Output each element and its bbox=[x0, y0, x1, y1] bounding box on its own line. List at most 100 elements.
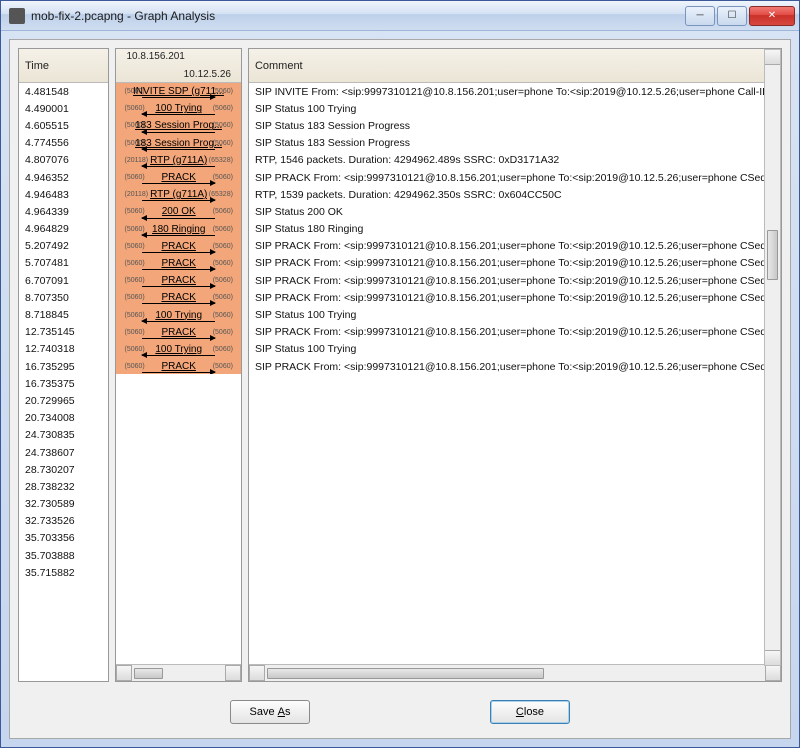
time-cell[interactable]: 4.946352 bbox=[19, 169, 108, 186]
maximize-button[interactable]: ☐ bbox=[717, 6, 747, 26]
time-cell[interactable]: 16.735375 bbox=[19, 375, 108, 392]
flow-header[interactable]: 10.8.156.201 10.12.5.26 bbox=[116, 49, 240, 83]
flow-label: 100 Trying bbox=[155, 103, 202, 114]
comment-cell[interactable]: SIP PRACK From: <sip:9997310121@10.8.156… bbox=[249, 289, 781, 306]
flow-arrow[interactable]: (5060)183 Session Prog...(5060) bbox=[116, 135, 240, 152]
vertical-scrollbar[interactable] bbox=[764, 49, 781, 666]
flow-hscrollbar[interactable] bbox=[116, 664, 240, 681]
arrow-line bbox=[142, 200, 214, 201]
time-cell[interactable]: 28.730207 bbox=[19, 461, 108, 478]
port-right: (5060) bbox=[213, 346, 233, 353]
flow-arrow[interactable]: (5060)PRACK(5060) bbox=[116, 324, 240, 341]
time-cell[interactable]: 4.490001 bbox=[19, 100, 108, 117]
comment-cell[interactable]: SIP PRACK From: <sip:9997310121@10.8.156… bbox=[249, 324, 781, 341]
port-left: (5060) bbox=[124, 294, 144, 301]
time-cell[interactable]: 8.718845 bbox=[19, 306, 108, 323]
time-cell[interactable]: 6.707091 bbox=[19, 272, 108, 289]
time-cell[interactable]: 4.964829 bbox=[19, 221, 108, 238]
time-cell[interactable]: 8.707350 bbox=[19, 289, 108, 306]
titlebar[interactable]: mob-fix-2.pcapng - Graph Analysis ─ ☐ ✕ bbox=[1, 1, 799, 31]
port-right: (5060) bbox=[213, 105, 233, 112]
flow-arrow[interactable]: (5060)PRACK(5060) bbox=[116, 169, 240, 186]
time-cell[interactable]: 20.729965 bbox=[19, 392, 108, 409]
comment-cell[interactable]: SIP Status 200 OK bbox=[249, 203, 781, 220]
time-cell[interactable]: 32.730589 bbox=[19, 496, 108, 513]
scroll-thumb[interactable] bbox=[767, 230, 778, 280]
comment-cell[interactable]: SIP Status 100 Trying bbox=[249, 306, 781, 323]
comment-cell[interactable]: SIP Status 100 Trying bbox=[249, 341, 781, 358]
flow-arrow[interactable]: (5060)PRACK(5060) bbox=[116, 272, 240, 289]
port-left: (5060) bbox=[124, 363, 144, 370]
time-cell[interactable]: 4.481548 bbox=[19, 83, 108, 100]
comment-cell[interactable]: SIP Status 180 Ringing bbox=[249, 221, 781, 238]
comment-cell[interactable]: SIP PRACK From: <sip:9997310121@10.8.156… bbox=[249, 169, 781, 186]
port-right: (5060) bbox=[213, 208, 233, 215]
comment-cell[interactable]: SIP PRACK From: <sip:9997310121@10.8.156… bbox=[249, 255, 781, 272]
arrow-line bbox=[142, 166, 214, 167]
time-cell[interactable]: 4.946483 bbox=[19, 186, 108, 203]
flow-arrow[interactable]: (20118)RTP (g711A)(65328) bbox=[116, 186, 240, 203]
save-as-button[interactable]: Save As bbox=[230, 700, 310, 724]
arrow-line bbox=[142, 338, 214, 339]
flow-arrow[interactable]: (5060)100 Trying(5060) bbox=[116, 341, 240, 358]
comment-cell[interactable]: SIP Status 100 Trying bbox=[249, 100, 781, 117]
flow-arrow[interactable]: (5060)PRACK(5060) bbox=[116, 358, 240, 374]
flow-arrow[interactable]: (5060)100 Trying(5060) bbox=[116, 100, 240, 117]
time-cell[interactable]: 4.774556 bbox=[19, 135, 108, 152]
comment-header[interactable]: Comment bbox=[249, 49, 781, 83]
flow-arrow[interactable]: (5060)180 Ringing(5060) bbox=[116, 221, 240, 238]
flow-arrow[interactable]: (5060)100 Trying(5060) bbox=[116, 306, 240, 323]
time-cell[interactable]: 32.733526 bbox=[19, 513, 108, 530]
flow-arrow[interactable]: (5060)PRACK(5060) bbox=[116, 238, 240, 255]
flow-label: PRACK bbox=[161, 258, 195, 269]
time-cell[interactable]: 24.730835 bbox=[19, 427, 108, 444]
scroll-thumb[interactable] bbox=[134, 668, 163, 679]
flow-label: RTP (g711A) bbox=[150, 155, 207, 166]
time-cell[interactable]: 12.735145 bbox=[19, 324, 108, 341]
comment-cell[interactable]: SIP PRACK From: <sip:9997310121@10.8.156… bbox=[249, 272, 781, 289]
comment-header-label: Comment bbox=[255, 60, 303, 72]
time-cell[interactable]: 28.738232 bbox=[19, 478, 108, 495]
close-button[interactable]: Close bbox=[490, 700, 570, 724]
port-left: (5060) bbox=[124, 329, 144, 336]
time-cell[interactable]: 20.734008 bbox=[19, 410, 108, 427]
flow-label: 200 OK bbox=[162, 206, 196, 217]
address-left: 10.8.156.201 bbox=[126, 51, 184, 62]
time-cell[interactable]: 35.703356 bbox=[19, 530, 108, 547]
scroll-thumb[interactable] bbox=[267, 668, 544, 679]
time-header[interactable]: Time bbox=[19, 49, 108, 83]
flow-arrow[interactable]: (5060)INVITE SDP (g711...(5060) bbox=[116, 83, 240, 100]
flow-arrow[interactable]: (5060)200 OK(5060) bbox=[116, 203, 240, 220]
port-left: (5060) bbox=[124, 243, 144, 250]
time-cell[interactable]: 4.964339 bbox=[19, 203, 108, 220]
address-right: 10.12.5.26 bbox=[184, 69, 231, 80]
comment-cell[interactable]: SIP INVITE From: <sip:9997310121@10.8.15… bbox=[249, 83, 781, 100]
flow-arrow[interactable]: (20118)RTP (g711A)(65328) bbox=[116, 152, 240, 169]
arrow-line bbox=[142, 218, 214, 219]
time-cell[interactable]: 12.740318 bbox=[19, 341, 108, 358]
time-cell[interactable]: 35.715882 bbox=[19, 564, 108, 581]
comment-hscrollbar[interactable] bbox=[249, 664, 781, 681]
minimize-button[interactable]: ─ bbox=[685, 6, 715, 26]
comment-cell[interactable]: SIP Status 183 Session Progress bbox=[249, 117, 781, 134]
time-cell[interactable]: 4.605515 bbox=[19, 117, 108, 134]
time-cell[interactable]: 24.738607 bbox=[19, 444, 108, 461]
comment-cell[interactable]: SIP PRACK From: <sip:9997310121@10.8.156… bbox=[249, 238, 781, 255]
time-cell[interactable]: 35.703888 bbox=[19, 547, 108, 564]
flow-arrow[interactable]: (5060)PRACK(5060) bbox=[116, 255, 240, 272]
time-cell[interactable]: 5.207492 bbox=[19, 238, 108, 255]
window-close-button[interactable]: ✕ bbox=[749, 6, 795, 26]
comment-cell[interactable]: RTP, 1539 packets. Duration: 4294962.350… bbox=[249, 186, 781, 203]
comment-cell[interactable]: SIP PRACK From: <sip:9997310121@10.8.156… bbox=[249, 358, 781, 374]
port-right: (65328) bbox=[209, 157, 233, 164]
comment-cell[interactable]: SIP Status 183 Session Progress bbox=[249, 135, 781, 152]
app-window: mob-fix-2.pcapng - Graph Analysis ─ ☐ ✕ … bbox=[0, 0, 800, 748]
flow-label: PRACK bbox=[161, 292, 195, 303]
time-cell[interactable]: 16.735295 bbox=[19, 358, 108, 375]
flow-arrow[interactable]: (5060)PRACK(5060) bbox=[116, 289, 240, 306]
time-cell[interactable]: 5.707481 bbox=[19, 255, 108, 272]
comment-cell[interactable]: RTP, 1546 packets. Duration: 4294962.489… bbox=[249, 152, 781, 169]
flow-arrow[interactable]: (5060)183 Session Prog...(5060) bbox=[116, 117, 240, 134]
time-cell[interactable]: 4.807076 bbox=[19, 152, 108, 169]
flow-label: 183 Session Prog... bbox=[135, 120, 222, 131]
